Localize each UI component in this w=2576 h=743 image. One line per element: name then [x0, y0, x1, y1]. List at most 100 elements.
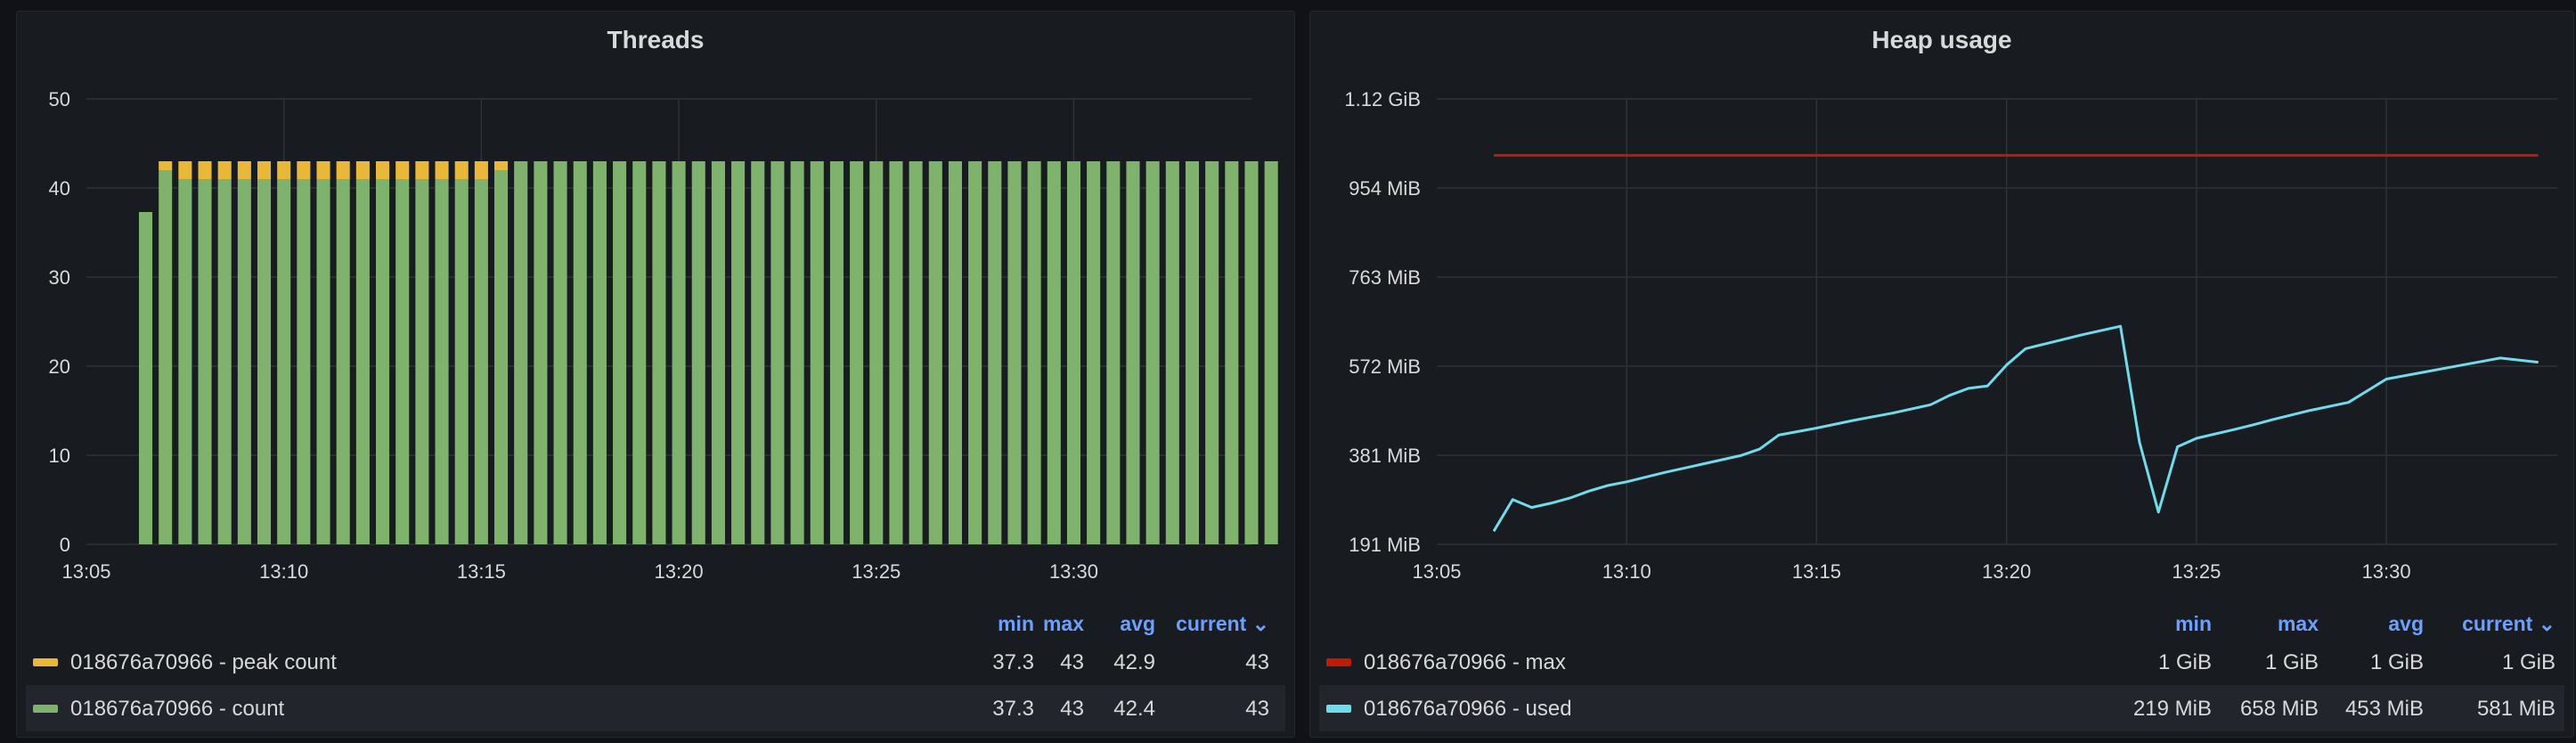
count-bar [336, 179, 350, 544]
count-bar [1087, 161, 1101, 544]
x-tick-label: 13:25 [852, 560, 901, 583]
count-bar [810, 161, 824, 544]
y-tick-label: 10 [49, 445, 70, 467]
count-bar [514, 161, 528, 544]
count-bar [1205, 161, 1219, 544]
heap-panel: Heap usage 191 MiB 381 MiB 572 MiB 763 MiB 9… [1309, 11, 2574, 738]
peak-count-bar [454, 161, 469, 179]
value-min: 37.3 [992, 697, 1034, 721]
series-name[interactable]: 018676a70966 - peak count [70, 650, 337, 675]
legend-header-current[interactable]: current ⌄ [2462, 612, 2556, 636]
legend-header-min[interactable]: min [998, 612, 1034, 636]
x-tick-label: 13:05 [1412, 560, 1461, 583]
series-name[interactable]: 018676a70966 - used [1364, 697, 1572, 722]
value-current: 43 [1245, 650, 1269, 674]
x-tick-label: 13:15 [1792, 560, 1841, 583]
used-series-line [1492, 324, 2539, 533]
count-bar [553, 161, 567, 544]
legend-row-peak-count[interactable]: 018676a70966 - peak count 37.3 43 42.9 4… [26, 639, 1285, 685]
count-bar [1165, 161, 1179, 544]
threads-chart[interactable]: 0 10 20 30 40 50 13:05 13:10 13:15 13:20 13:25 13:3… [17, 12, 1296, 600]
legend-header-avg[interactable]: avg [1120, 612, 1155, 636]
peak-count-bar [494, 161, 509, 170]
y-tick-label: 763 MiB [1349, 266, 1421, 289]
y-tick-label: 50 [49, 88, 70, 110]
x-tick-label: 13:30 [2362, 560, 2411, 583]
value-min: 1 GiB [2157, 650, 2212, 674]
peak-count-bar [217, 161, 232, 179]
legend-header: min max avg current ⌄ [1319, 600, 2564, 639]
count-bar [711, 161, 725, 544]
count-bar [178, 179, 192, 544]
count-bar [869, 161, 884, 544]
count-bar [435, 179, 449, 544]
y-tick-label: 381 MiB [1349, 445, 1421, 467]
count-bar [613, 161, 627, 544]
series-swatch [33, 705, 58, 713]
legend-header-min[interactable]: min [2175, 612, 2212, 636]
count-bar [257, 179, 272, 544]
value-avg: 453 MiB [2344, 697, 2424, 721]
count-bar [297, 179, 311, 544]
x-tick-label: 13:20 [1982, 560, 2031, 583]
peak-count-bar [316, 161, 330, 179]
threads-legend: min max avg current ⌄ 018676a70966 - pea… [26, 600, 1285, 731]
count-bar [928, 161, 942, 544]
x-tick-label: 13:15 [457, 560, 506, 583]
count-bar [395, 179, 410, 544]
heap-chart[interactable]: 191 MiB 381 MiB 572 MiB 763 MiB 954 MiB 1.12 … [1310, 12, 2575, 600]
series-swatch [1326, 705, 1351, 713]
value-current: 581 MiB [2476, 697, 2556, 721]
count-bar [277, 179, 291, 544]
count-bar [632, 161, 647, 544]
peak-count-bar [376, 161, 390, 179]
value-avg: 42.9 [1113, 650, 1155, 674]
y-tick-label: 40 [49, 177, 70, 200]
count-bar [138, 212, 153, 544]
peak-count-bar [435, 161, 449, 179]
count-bar [829, 161, 844, 544]
count-bar [415, 179, 429, 544]
count-bar [355, 179, 370, 544]
x-tick-label: 13:30 [1049, 560, 1098, 583]
count-bar [1106, 161, 1121, 544]
x-tick-label: 13:20 [655, 560, 704, 583]
legend-row-used[interactable]: 018676a70966 - used 219 MiB 658 MiB 453 … [1319, 685, 2564, 731]
peak-count-bar [474, 161, 488, 179]
legend-row-max[interactable]: 018676a70966 - max 1 GiB 1 GiB 1 GiB 1 G… [1319, 639, 2564, 685]
legend-header-max[interactable]: max [2278, 612, 2319, 636]
count-bar [731, 161, 746, 544]
value-min: 219 MiB [2132, 697, 2212, 721]
count-bar [770, 161, 785, 544]
count-bar [691, 161, 705, 544]
count-bar [948, 161, 962, 544]
value-avg: 1 GiB [2369, 650, 2424, 674]
value-current: 43 [1245, 697, 1269, 721]
count-bar [1126, 161, 1140, 544]
series-name[interactable]: 018676a70966 - count [70, 697, 284, 722]
count-bar [988, 161, 1002, 544]
legend-header-avg[interactable]: avg [2388, 612, 2424, 636]
y-tick-label: 30 [49, 266, 70, 289]
series-name[interactable]: 018676a70966 - max [1364, 650, 1566, 675]
legend-row-count[interactable]: 018676a70966 - count 37.3 43 42.4 43 [26, 685, 1285, 731]
count-bar [159, 170, 173, 544]
legend-header-current[interactable]: current ⌄ [1176, 612, 1269, 636]
x-tick-label: 13:05 [61, 560, 110, 583]
heap-legend: min max avg current ⌄ 018676a70966 - max… [1319, 600, 2564, 731]
count-bar [217, 179, 232, 544]
value-current: 1 GiB [2501, 650, 2556, 674]
count-bar [909, 161, 923, 544]
count-bar [1264, 161, 1278, 544]
legend-header-max[interactable]: max [1043, 612, 1084, 636]
x-tick-label: 13:10 [1602, 560, 1651, 583]
series-swatch [33, 658, 58, 666]
y-tick-label: 572 MiB [1349, 355, 1421, 378]
value-max: 658 MiB [2239, 697, 2319, 721]
series-swatch [1326, 658, 1351, 666]
count-bar [534, 161, 548, 544]
count-bar [1225, 161, 1239, 544]
y-tick-label: 1.12 GiB [1344, 88, 1421, 110]
y-tick-label: 0 [60, 534, 70, 556]
peak-count-bar [395, 161, 410, 179]
